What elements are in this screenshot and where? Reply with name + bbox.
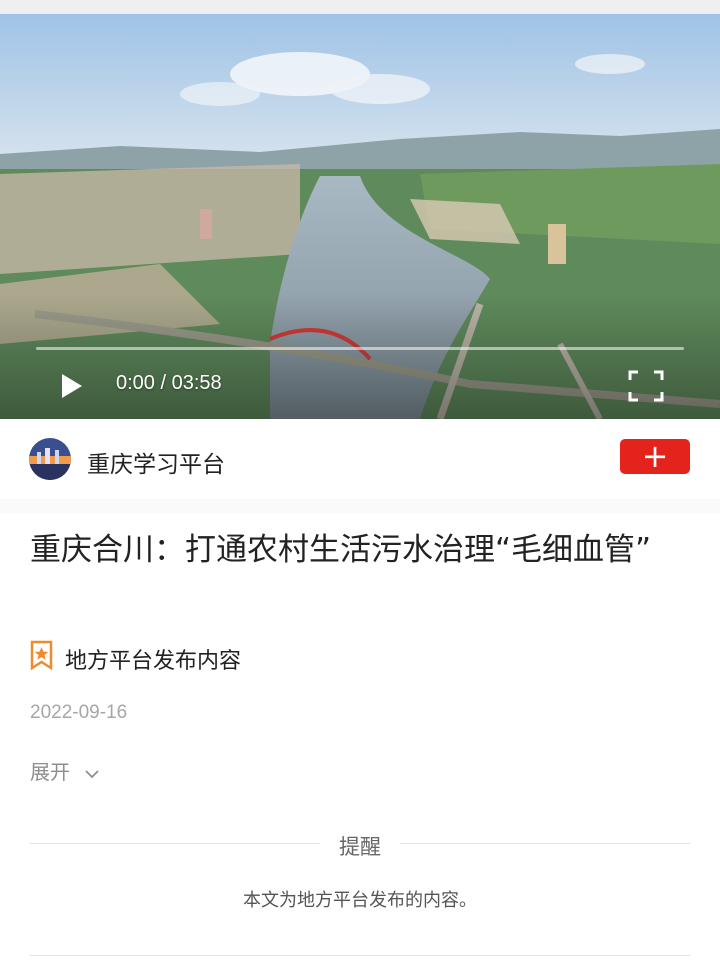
video-player[interactable]: 0:00 / 03:58 bbox=[0, 14, 720, 419]
play-icon bbox=[62, 374, 82, 398]
expand-label: 展开 bbox=[30, 760, 70, 784]
expand-button[interactable]: 展开 bbox=[30, 756, 100, 785]
chevron-down-icon bbox=[85, 769, 99, 778]
notice-text: 本文为地方平台发布的内容。 bbox=[243, 890, 477, 911]
bottom-divider bbox=[30, 955, 690, 956]
video-progress-bar[interactable] bbox=[36, 347, 684, 350]
avatar-image bbox=[29, 438, 71, 480]
channel-bar: 重庆学习平台 + bbox=[0, 419, 720, 499]
follow-button[interactable]: + bbox=[620, 437, 690, 475]
fullscreen-icon bbox=[628, 370, 664, 402]
channel-name[interactable]: 重庆学习平台 bbox=[87, 445, 225, 479]
plus-icon: + bbox=[641, 437, 669, 475]
publish-date: 2022-09-16 bbox=[30, 702, 128, 723]
article-title: 重庆合川：打通农村生活污水治理“毛细血管” bbox=[30, 532, 652, 568]
video-time: 0:00 / 03:58 bbox=[116, 372, 222, 394]
bookmark-star-icon bbox=[30, 640, 53, 670]
section-divider bbox=[0, 499, 720, 513]
source-label: 地方平台发布内容 bbox=[65, 649, 242, 674]
notice-title: 提醒 bbox=[339, 835, 381, 859]
fullscreen-button[interactable] bbox=[628, 370, 664, 402]
status-strip bbox=[0, 0, 720, 14]
video-thumbnail bbox=[0, 14, 720, 419]
play-button[interactable] bbox=[56, 371, 86, 401]
channel-avatar[interactable] bbox=[29, 438, 71, 480]
